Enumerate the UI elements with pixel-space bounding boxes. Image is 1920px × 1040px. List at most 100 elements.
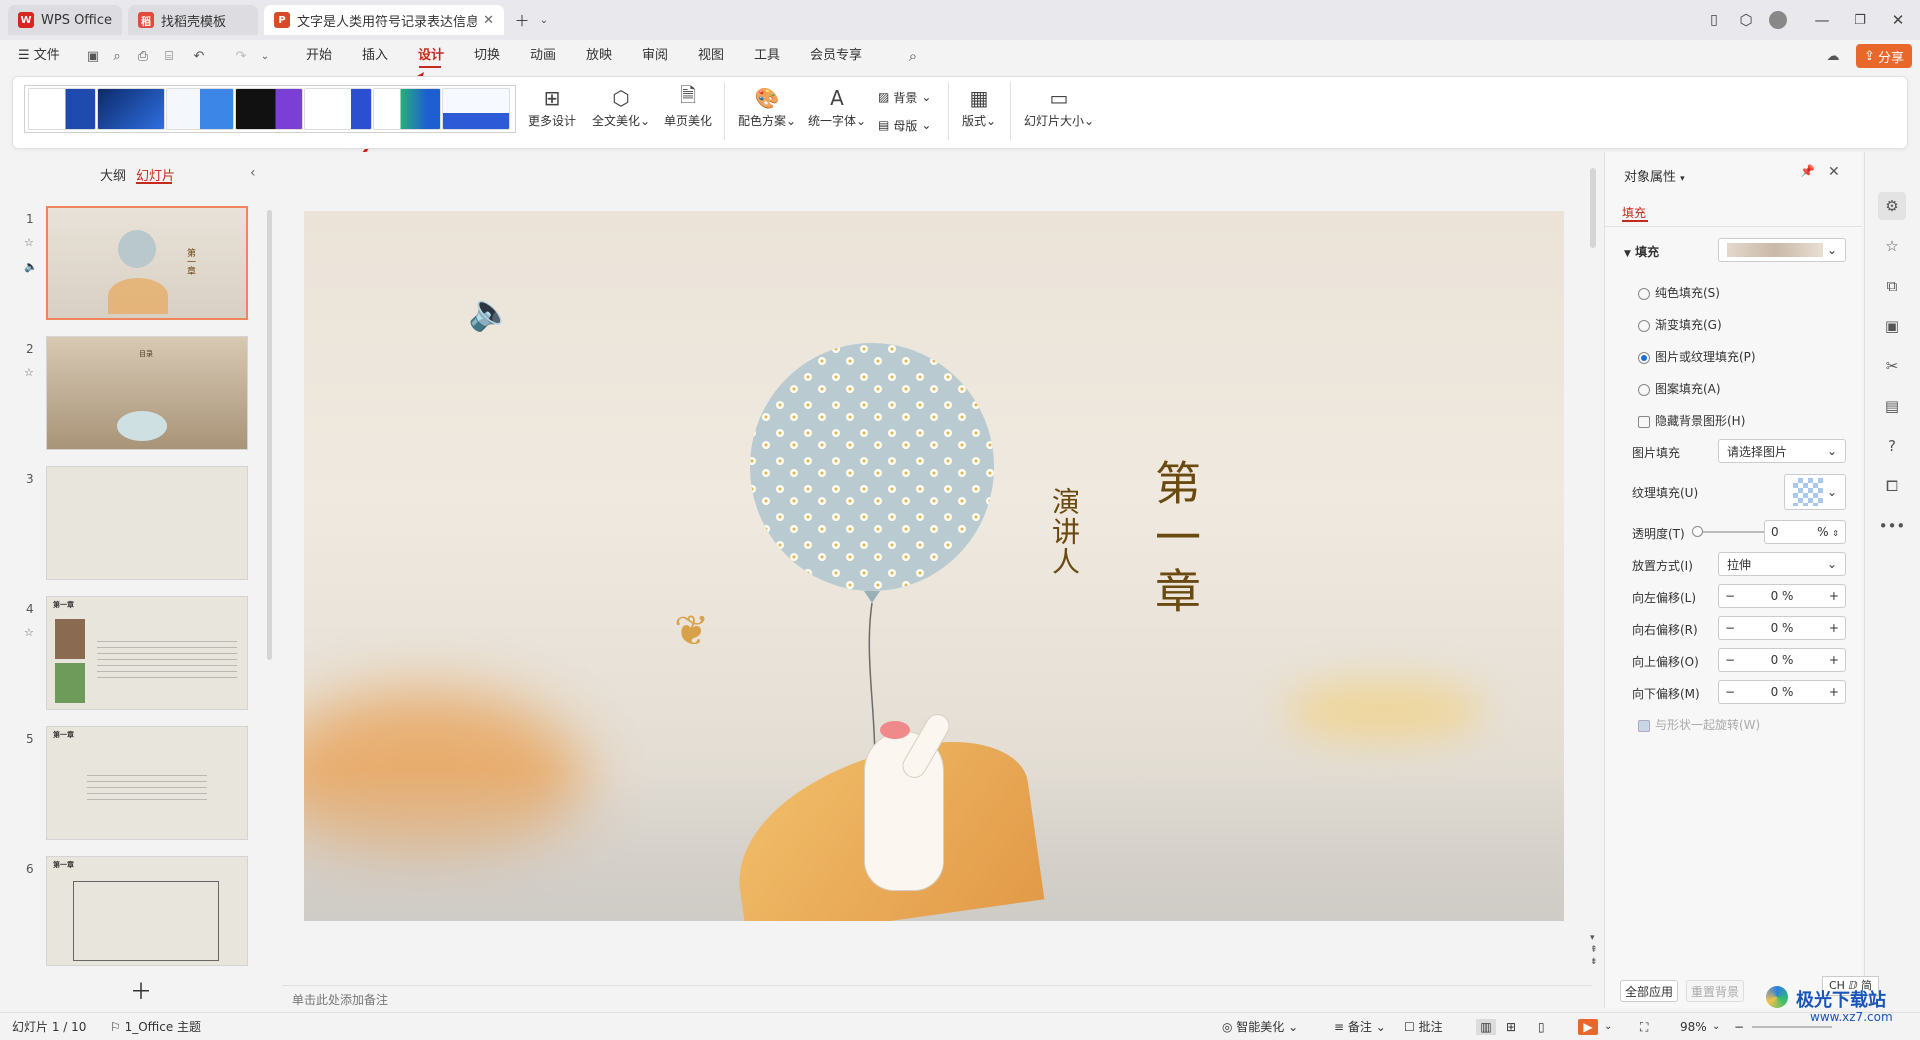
sorter-view-icon[interactable]: ⊞ [1506,1019,1516,1035]
slides-scrollbar[interactable] [267,210,272,660]
plus-icon[interactable]: + [1829,589,1839,603]
tab-current-document[interactable]: P 文字是人类用符号记录表达信息以 ✕ [264,5,504,35]
zoom-chevron-icon[interactable]: ⌄ [1712,1019,1720,1035]
menu-tools[interactable]: 工具 [754,47,780,65]
menu-insert[interactable]: 插入 [362,47,388,65]
slide-thumb-2[interactable]: 目录 [46,336,248,450]
pane-title[interactable]: 对象属性 ▾ [1624,166,1685,185]
notes-toggle[interactable]: ≡ 备注 ⌄ [1334,1019,1386,1035]
offset-left-stepper[interactable]: −0 % + [1718,584,1846,608]
theme-thumb-1[interactable] [28,88,96,130]
apply-all-button[interactable]: 全部应用 [1620,980,1678,1002]
play-chevron-icon[interactable]: ⌄ [1604,1019,1612,1035]
layout-button[interactable]: ▦ 版式⌄ [956,84,1002,138]
menu-view[interactable]: 视图 [698,47,724,65]
undo-icon[interactable]: ↶ [190,47,208,65]
plus-icon[interactable]: + [1829,621,1839,635]
radio-solid-fill[interactable]: 纯色填充(S) [1638,284,1720,301]
minus-icon[interactable]: − [1725,685,1735,699]
plus-icon[interactable]: + [1829,685,1839,699]
pin-icon[interactable]: 📌 [1800,164,1815,178]
search-icon[interactable]: ⌕ [904,47,922,65]
print-preview-icon[interactable]: ⌸ [160,47,178,65]
slide-thumb-5[interactable]: 第一章 [46,726,248,840]
menu-animation[interactable]: 动画 [530,47,556,65]
slide-title[interactable]: 第一章 [1142,459,1208,621]
slider-handle[interactable] [1692,526,1703,537]
unify-font-button[interactable]: A 统一字体⌄ [806,84,868,138]
placement-dropdown[interactable]: 拉伸 ⌄ [1718,552,1846,576]
color-scheme-button[interactable]: 🎨 配色方案⌄ [736,84,798,138]
avatar[interactable] [1766,8,1790,32]
book-icon[interactable]: ▤ [1878,392,1906,420]
texture-fill-dropdown[interactable]: ⌄ [1784,474,1846,510]
zoom-out-icon[interactable]: − [1734,1019,1744,1035]
tab-fill[interactable]: 填充 [1622,204,1646,221]
picture-fill-dropdown[interactable]: 请选择图片 ⌄ [1718,439,1846,463]
layout-icon[interactable]: ▯ [1702,8,1726,32]
menu-transition[interactable]: 切换 [474,47,500,65]
page-nav-arrows[interactable]: ▾ ⇞ ⇟ [1590,932,1598,968]
minus-icon[interactable]: − [1725,653,1735,667]
slide-thumb-6[interactable]: 第一章 [46,856,248,966]
tab-list-chevron-icon[interactable]: ⌄ [532,8,556,32]
theme-thumb-2[interactable] [97,88,165,130]
tab-wps-office[interactable]: W WPS Office [8,5,122,35]
star-effect-icon[interactable]: ☆ [1878,232,1906,260]
notes-area[interactable] [282,985,1592,1009]
tools-icon[interactable]: ✂ [1878,352,1906,380]
new-tab-icon[interactable]: ＋ [510,8,534,32]
slide-thumb-4[interactable]: 第一章 [46,596,248,710]
fill-section[interactable]: ▼ 填充 [1624,243,1659,260]
theme-thumb-3[interactable] [166,88,234,130]
redo-icon[interactable]: ↷ [232,47,250,65]
full-beautify-button[interactable]: ⬡ 全文美化⌄ [590,84,652,138]
menu-design[interactable]: 设计 [418,47,444,65]
offset-down-stepper[interactable]: −0 % + [1718,680,1846,704]
slide-speaker[interactable]: 演讲人 [1044,487,1084,577]
background-button[interactable]: ▨ 背景 ⌄ [878,86,931,108]
properties-icon[interactable]: ⚙ [1878,192,1906,220]
restore-icon[interactable]: ❐ [1848,8,1872,32]
radio-gradient-fill[interactable]: 渐变填充(G) [1638,316,1722,333]
plus-icon[interactable]: + [1829,653,1839,667]
speaker-icon[interactable]: 🔈 [468,291,513,333]
save-icon[interactable]: ▣ [84,47,102,65]
transparency-input[interactable]: 0% ⇕ [1764,520,1846,544]
play-slideshow-icon[interactable]: ▶ [1578,1019,1598,1035]
copy-icon[interactable]: ⧉ [1878,272,1906,300]
slide-thumb-3[interactable] [46,466,248,580]
quick-access-chevron-icon[interactable]: ⌄ [256,47,274,65]
theme-name[interactable]: ⚐ 1_Office 主题 [110,1019,201,1035]
radio-pattern-fill[interactable]: 图案填充(A) [1638,380,1721,397]
minimize-icon[interactable]: — [1810,8,1834,32]
theme-thumb-7[interactable] [442,88,510,130]
share-button[interactable]: ⇪ 分享 [1856,44,1912,68]
help-icon[interactable]: ? [1878,432,1906,460]
tab-docer-templates[interactable]: 稻 找稻壳模板 [128,5,258,35]
master-button[interactable]: ▤ 母版 ⌄ [878,114,931,136]
reset-bg-button[interactable]: 重置背景 [1686,980,1744,1002]
theme-thumb-4[interactable] [235,88,303,130]
slide-thumb-1[interactable]: 第一章 [46,206,248,320]
fit-window-icon[interactable]: ⛶ [1640,1019,1648,1035]
close-window-icon[interactable]: ✕ [1886,8,1910,32]
zoom-level[interactable]: 98% [1680,1019,1707,1035]
minus-icon[interactable]: − [1725,621,1735,635]
slide-size-button[interactable]: ▭ 幻灯片大小⌄ [1022,84,1096,138]
smart-beautify-button[interactable]: ◎ 智能美化 ⌄ [1222,1019,1298,1035]
image-icon[interactable]: ▣ [1878,312,1906,340]
tag-icon[interactable]: ⌕ [108,47,126,65]
more-design-button[interactable]: ⊞ 更多设计 [526,84,578,138]
cloud-sync-icon[interactable]: ☁ [1824,47,1842,65]
menu-slideshow[interactable]: 放映 [586,47,612,65]
offset-right-stepper[interactable]: −0 % + [1718,616,1846,640]
radio-picture-fill[interactable]: 图片或纹理填充(P) [1638,348,1756,365]
minus-icon[interactable]: − [1725,589,1735,603]
zoom-slider[interactable] [1752,1026,1832,1028]
menu-start[interactable]: 开始 [306,47,332,65]
cube-icon[interactable]: ⬡ [1734,8,1758,32]
canvas-scrollbar[interactable] [1590,168,1596,248]
clip-icon[interactable]: ⧠ [1878,472,1906,500]
current-slide[interactable]: 🔈 ❦ 第一章 演讲人 [304,211,1564,921]
